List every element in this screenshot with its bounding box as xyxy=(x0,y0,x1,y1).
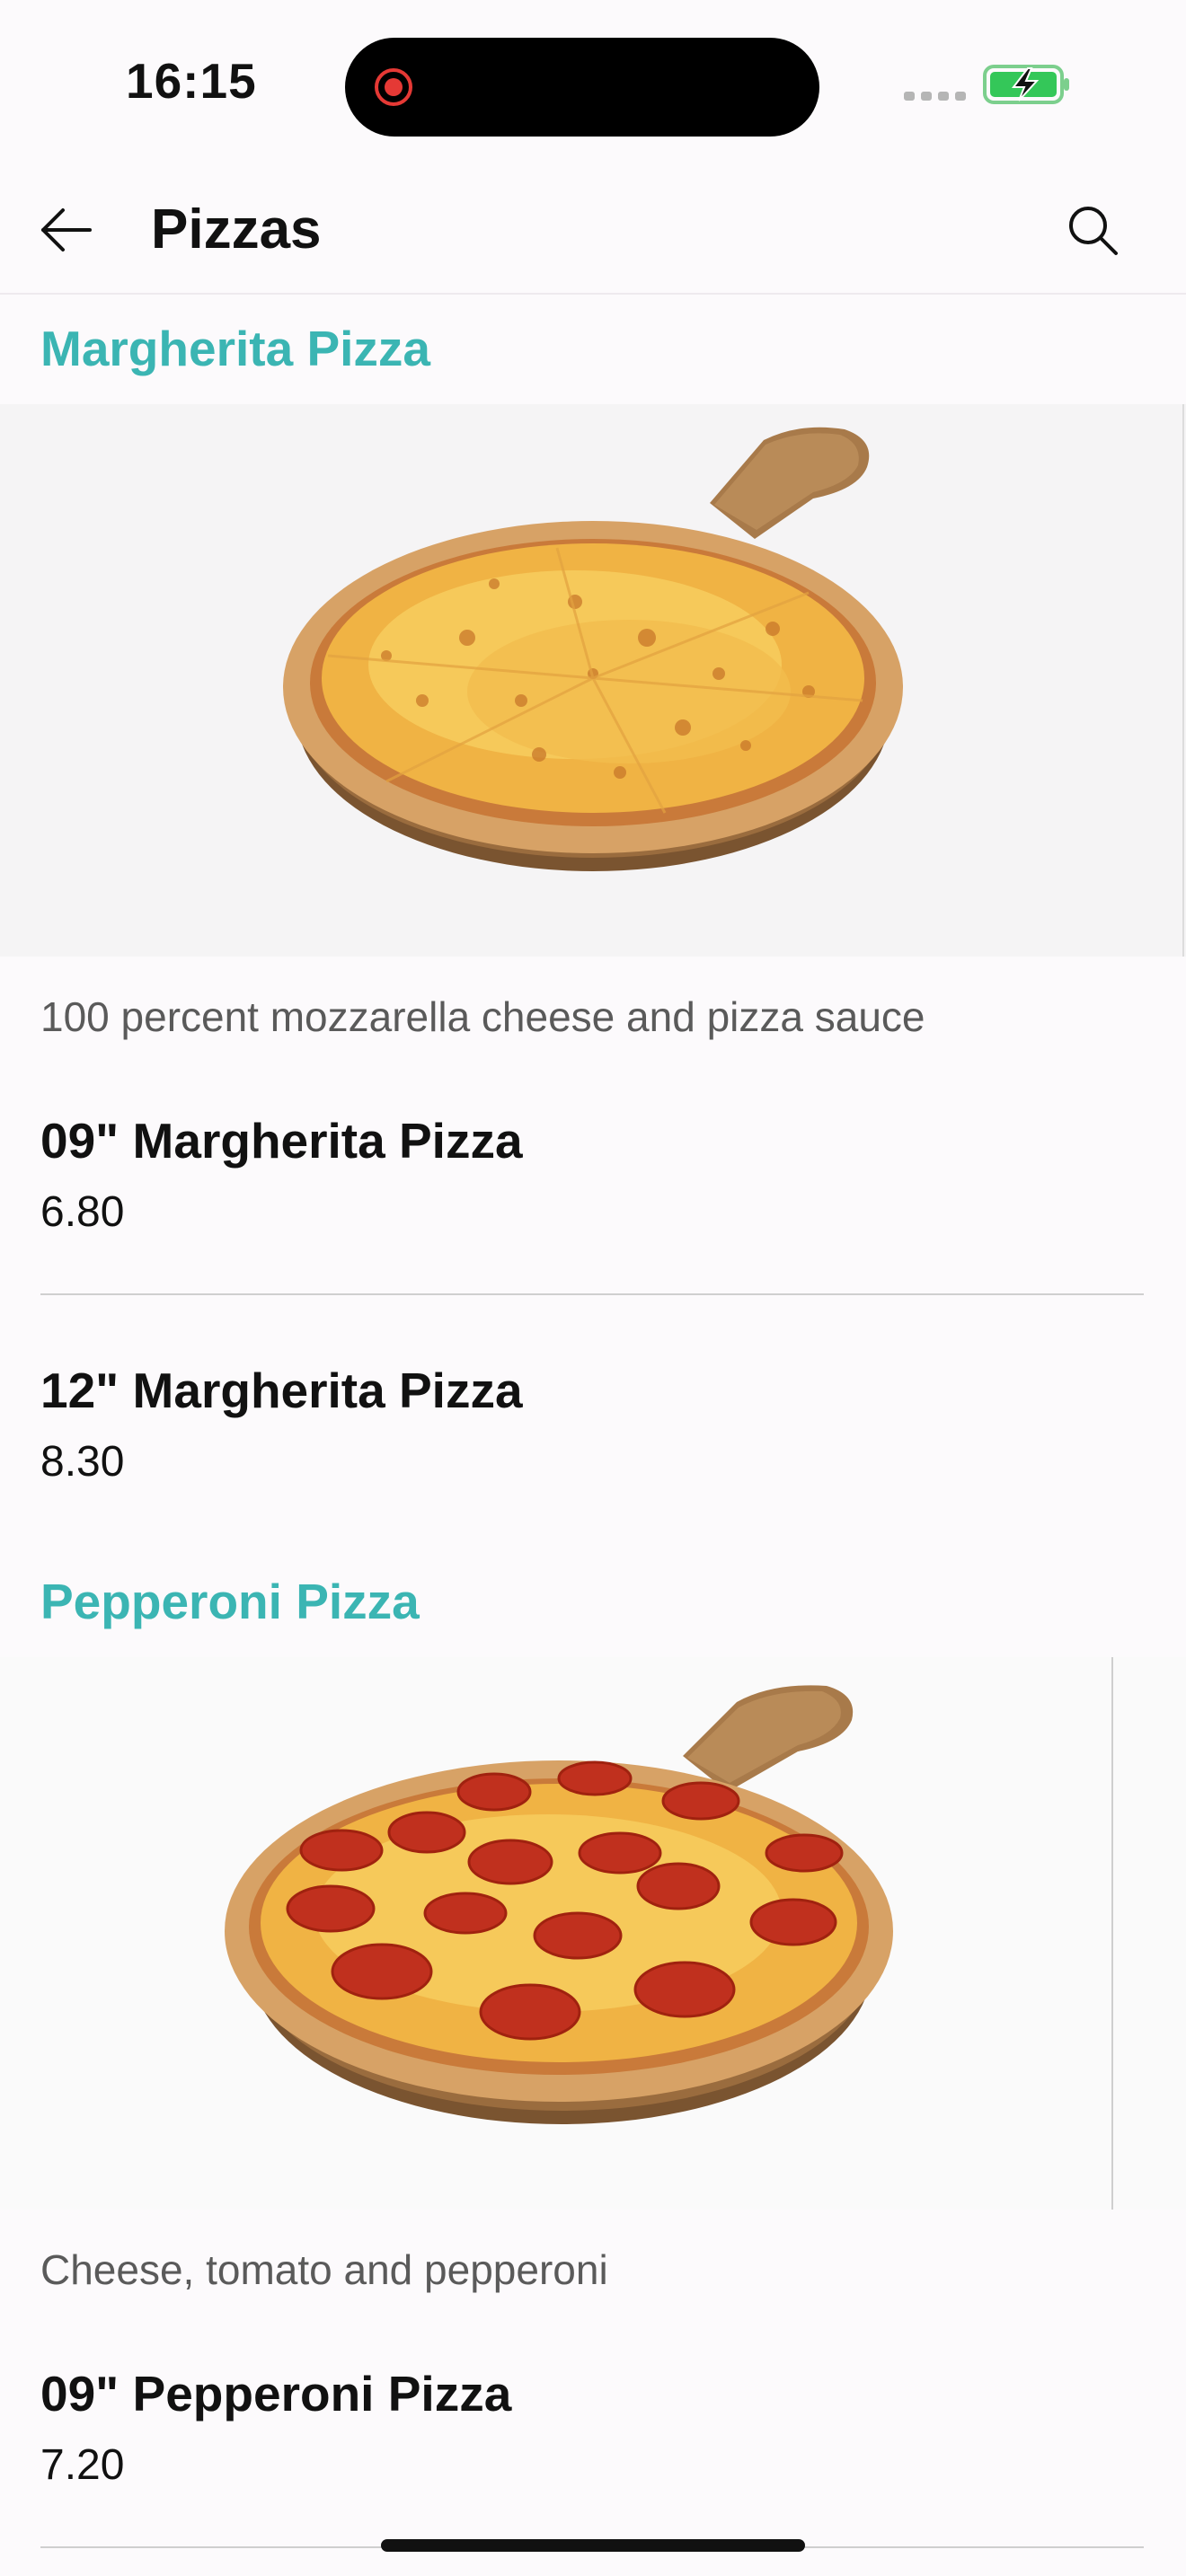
home-indicator[interactable] xyxy=(381,2539,805,2552)
section-description-pepperoni: Cheese, tomato and pepperoni xyxy=(40,2246,608,2293)
back-arrow-icon[interactable] xyxy=(36,198,101,262)
item-divider xyxy=(40,1293,1144,1295)
header-divider xyxy=(0,293,1186,295)
section-title-margherita: Margherita Pizza xyxy=(40,321,431,376)
section-description-margherita: 100 percent mozzarella cheese and pizza … xyxy=(40,993,925,1040)
pepperoni-pizza-image[interactable] xyxy=(0,1657,1186,2210)
item-name-pepperoni-09[interactable]: 09" Pepperoni Pizza xyxy=(40,2362,511,2425)
signal-icon xyxy=(904,92,966,101)
search-icon[interactable] xyxy=(1060,198,1125,262)
item-price-margherita-12: 8.30 xyxy=(40,1438,125,1486)
item-price-margherita-09: 6.80 xyxy=(40,1188,125,1236)
recording-icon xyxy=(375,68,412,106)
item-price-pepperoni-09: 7.20 xyxy=(40,2441,125,2489)
status-bar: 16:15 xyxy=(0,0,1186,162)
section-title-pepperoni: Pepperoni Pizza xyxy=(40,1574,420,1629)
page-title: Pizzas xyxy=(151,198,322,260)
margherita-pizza-image[interactable] xyxy=(0,404,1186,957)
app-header: Pizzas xyxy=(0,162,1186,296)
dynamic-island xyxy=(345,38,819,137)
item-name-margherita-09[interactable]: 09" Margherita Pizza xyxy=(40,1109,523,1172)
item-name-margherita-12[interactable]: 12" Margherita Pizza xyxy=(40,1359,523,1422)
status-time: 16:15 xyxy=(126,53,257,109)
battery-charging-icon xyxy=(983,65,1069,104)
